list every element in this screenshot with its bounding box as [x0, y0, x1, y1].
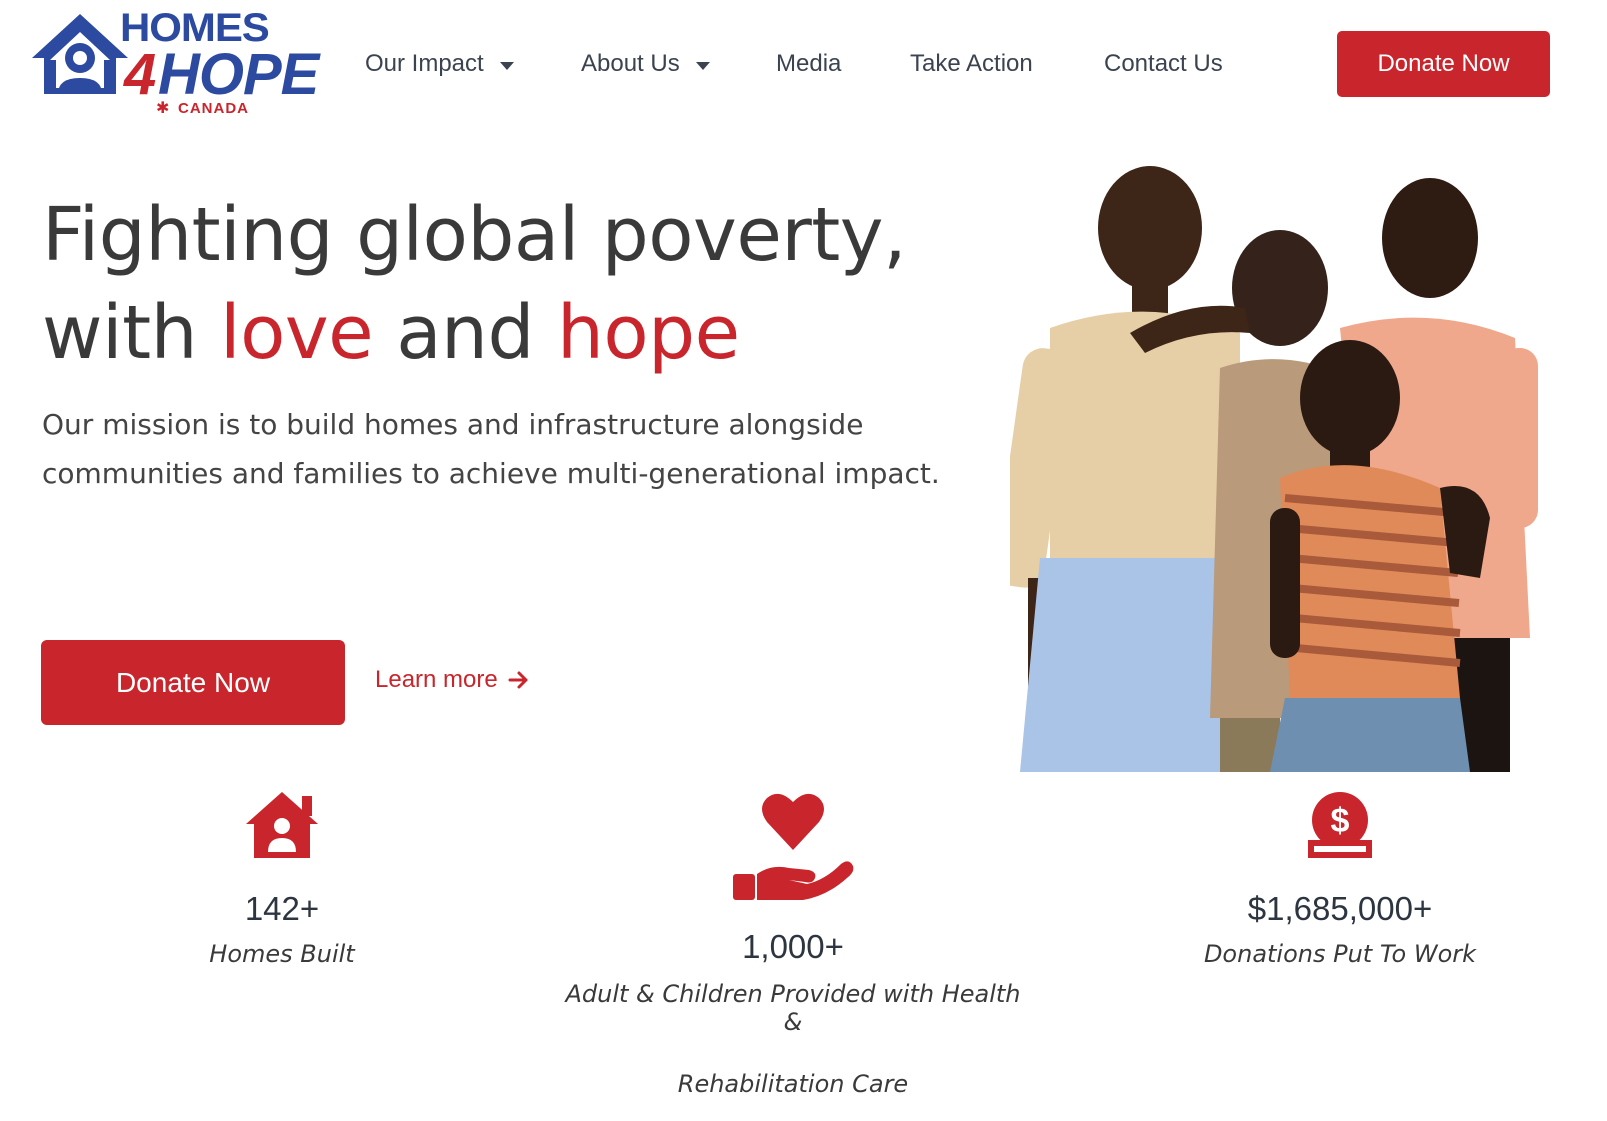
caret-down-icon — [499, 61, 514, 70]
stat-label-line2: Rehabilitation Care — [677, 1070, 909, 1098]
hero-title-line1: Fighting global poverty, — [42, 192, 907, 278]
nav-item-our-impact[interactable]: Our Impact — [365, 44, 514, 84]
nav-item-contact-us[interactable]: Contact Us — [1104, 44, 1223, 84]
stat-value: $1,685,000+ — [1247, 890, 1433, 927]
hero-description: Our mission is to build homes and infras… — [42, 408, 940, 490]
nav-item-label: Our Impact — [365, 50, 484, 77]
hero-title-with: with — [42, 290, 221, 376]
stat-value: 142+ — [244, 890, 320, 927]
logo-text-canada: CANADA — [178, 100, 249, 117]
caret-down-icon — [695, 61, 710, 70]
stat-label: Donations Put To Work — [1203, 940, 1477, 968]
nav-item-label: Contact Us — [1104, 50, 1223, 77]
nav-item-label: About Us — [581, 50, 680, 77]
hero-donate-button[interactable]: Donate Now — [41, 640, 345, 725]
stat-homes-built: 142+ Homes Built — [182, 790, 382, 968]
stat-label: Homes Built — [209, 940, 355, 968]
nav-item-label: Take Action — [910, 50, 1033, 77]
hero-title-and: and — [373, 290, 557, 376]
hero-title: Fighting global poverty, with love and h… — [42, 186, 1002, 382]
hero-title-hope: hope — [556, 290, 740, 376]
maple-leaf-icon: ✱ — [156, 98, 170, 117]
stat-label-line1: Adult & Children Provided with Health & — [565, 980, 1021, 1036]
arrow-right-icon — [508, 671, 528, 689]
hero-title-love: love — [220, 290, 374, 376]
site-logo[interactable]: HOMES 4 HOPE ✱ CANADA — [28, 6, 319, 118]
heart-hand-icon — [733, 793, 854, 900]
svg-text:$: $ — [1331, 802, 1350, 840]
nav-item-label: Media — [776, 50, 842, 77]
logo-text-4: 4 — [124, 42, 156, 107]
nav-item-about-us[interactable]: About Us — [581, 44, 710, 84]
stat-donations: $ $1,685,000+ Donations Put To Work — [1140, 790, 1540, 968]
dollar-coin-icon: $ — [1308, 792, 1372, 858]
stat-value: 1,000+ — [742, 928, 844, 965]
children-photo — [1010, 166, 1538, 772]
learn-more-link[interactable]: Learn more — [375, 666, 530, 694]
nav-item-media[interactable]: Media — [776, 44, 841, 84]
learn-more-label: Learn more — [375, 666, 498, 693]
house-person-icon — [246, 792, 318, 858]
logo-text-hope: HOPE — [158, 42, 319, 107]
nav-item-take-action[interactable]: Take Action — [910, 44, 1033, 84]
header-donate-button[interactable]: Donate Now — [1337, 31, 1550, 97]
stat-health-care: 1,000+ Adult & Children Provided with He… — [553, 790, 1033, 1098]
